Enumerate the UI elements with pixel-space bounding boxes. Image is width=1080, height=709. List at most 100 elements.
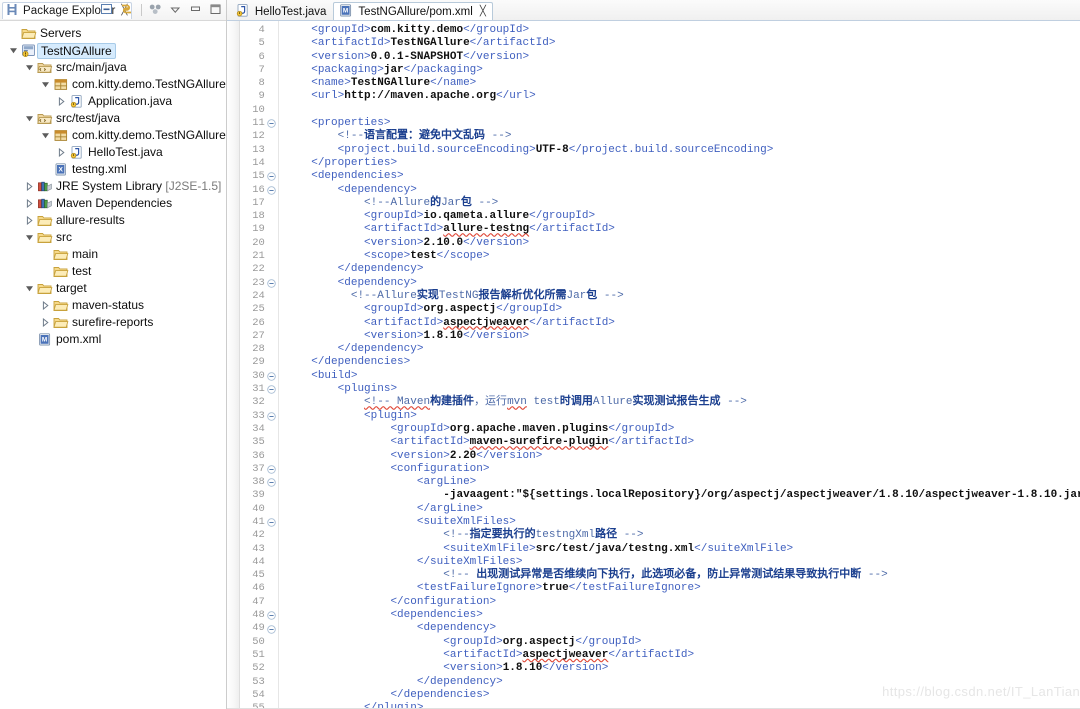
code-line[interactable]: <dependencies> xyxy=(285,170,1080,183)
tree-item-main[interactable]: main xyxy=(0,246,226,263)
code-line[interactable]: <artifactId>TestNGAllure</artifactId> xyxy=(285,37,1080,50)
fold-collapse-icon[interactable] xyxy=(266,170,278,183)
code-line[interactable]: </properties> xyxy=(285,157,1080,170)
code-line[interactable]: </dependency> xyxy=(285,343,1080,356)
code-line[interactable]: <version>1.8.10</version> xyxy=(285,662,1080,675)
code-line[interactable]: <artifactId>maven-surefire-plugin</artif… xyxy=(285,436,1080,449)
tree-item-servers[interactable]: Servers xyxy=(0,25,226,42)
tree-item-jre-system-library[interactable]: JRE System Library [J2SE-1.5] xyxy=(0,178,226,195)
tree-item-allure-results[interactable]: allure-results xyxy=(0,212,226,229)
tree-item-com-kitty-demo-testngallure[interactable]: com.kitty.demo.TestNGAllure xyxy=(0,127,226,144)
code-line[interactable]: <dependency> xyxy=(285,184,1080,197)
collapse-all-icon[interactable] xyxy=(99,2,115,17)
tree-arrow-collapsed[interactable] xyxy=(54,93,68,110)
code-line[interactable]: <testFailureIgnore>true</testFailureIgno… xyxy=(285,582,1080,595)
fold-collapse-icon[interactable] xyxy=(266,476,278,489)
view-menu-icon[interactable] xyxy=(148,2,164,17)
code-line[interactable]: <!--Allure实现TestNG报告解析优化所需Jar包 --> xyxy=(285,290,1080,303)
code-line[interactable]: <suiteXmlFile>src/test/java/testng.xml</… xyxy=(285,543,1080,556)
editor-tab-testngallure-pom-xml[interactable]: M TestNGAllure/pom.xml ╳ xyxy=(333,2,493,20)
fold-collapse-icon[interactable] xyxy=(266,516,278,529)
tree-item-maven-dependencies[interactable]: Maven Dependencies xyxy=(0,195,226,212)
code-line[interactable] xyxy=(285,104,1080,117)
code-line[interactable]: <suiteXmlFiles> xyxy=(285,516,1080,529)
project-tree[interactable]: Servers TestNGAllure src/main/java com.kitt… xyxy=(0,21,226,709)
code-line[interactable]: <version>0.0.1-SNAPSHOT</version> xyxy=(285,51,1080,64)
code-line[interactable]: </dependencies> xyxy=(285,689,1080,702)
fold-collapse-icon[interactable] xyxy=(266,370,278,383)
code-line[interactable]: <groupId>org.aspectj</groupId> xyxy=(285,636,1080,649)
tree-item-testng-xml[interactable]: Xtestng.xml xyxy=(0,161,226,178)
code-line[interactable]: </argLine> xyxy=(285,503,1080,516)
code-line[interactable]: <url>http://maven.apache.org</url> xyxy=(285,90,1080,103)
fold-collapse-icon[interactable] xyxy=(266,184,278,197)
tree-item-maven-status[interactable]: maven-status xyxy=(0,297,226,314)
tree-arrow-expanded[interactable] xyxy=(22,110,36,127)
code-line[interactable]: <artifactId>allure-testng</artifactId> xyxy=(285,223,1080,236)
xml-source-editor[interactable]: 4 5 6 7 8 9 10 11 12 13 14 15 16 17 18 19 20 21 22 23 24 25 26… xyxy=(226,21,1080,709)
tree-item-pom-xml[interactable]: Mpom.xml xyxy=(0,331,226,348)
tree-item-target[interactable]: target xyxy=(0,280,226,297)
code-line[interactable]: <!--语言配置：避免中文乱码 --> xyxy=(285,130,1080,143)
chevron-down-icon[interactable] xyxy=(168,2,184,17)
fold-collapse-icon[interactable] xyxy=(266,410,278,423)
code-line[interactable]: <packaging>jar</packaging> xyxy=(285,64,1080,77)
code-line[interactable]: <dependency> xyxy=(285,622,1080,635)
code-line[interactable]: <!-- 出现测试异常是否维续向下执行，此选项必备，防止异常测试结果导致执行中断… xyxy=(285,569,1080,582)
tree-arrow-collapsed[interactable] xyxy=(22,195,36,212)
tree-item-application-java[interactable]: Application.java xyxy=(0,93,226,110)
code-line[interactable]: <groupId>org.aspectj</groupId> xyxy=(285,303,1080,316)
minimize-icon[interactable] xyxy=(188,2,204,17)
tree-arrow-collapsed[interactable] xyxy=(38,297,52,314)
code-content[interactable]: <groupId>com.kitty.demo</groupId> <artif… xyxy=(279,21,1080,709)
editor-tab-bar[interactable]: HelloTest.java M TestNGAllure/pom.xml ╳ xyxy=(226,0,1080,21)
code-line[interactable]: </dependency> xyxy=(285,676,1080,689)
code-line[interactable]: </dependencies> xyxy=(285,356,1080,369)
code-line[interactable]: <!-- Maven构建插件，运行mvn test时调用Allure实现测试报告… xyxy=(285,396,1080,409)
tree-item-com-kitty-demo-testngallure[interactable]: com.kitty.demo.TestNGAllure xyxy=(0,76,226,93)
code-line[interactable]: <artifactId>aspectjweaver</artifactId> xyxy=(285,317,1080,330)
code-line[interactable]: <version>2.10.0</version> xyxy=(285,237,1080,250)
tree-item-surefire-reports[interactable]: surefire-reports xyxy=(0,314,226,331)
code-line[interactable]: <plugin> xyxy=(285,410,1080,423)
tree-item-src[interactable]: src xyxy=(0,229,226,246)
tree-arrow-collapsed[interactable] xyxy=(22,178,36,195)
tree-item-hellotest-java[interactable]: HelloTest.java xyxy=(0,144,226,161)
marker-bar[interactable] xyxy=(226,21,240,709)
tree-item-src-main-java[interactable]: src/main/java xyxy=(0,59,226,76)
tree-item-test[interactable]: test xyxy=(0,263,226,280)
code-line[interactable]: <groupId>io.qameta.allure</groupId> xyxy=(285,210,1080,223)
link-with-editor-icon[interactable] xyxy=(119,2,135,17)
code-line[interactable]: <groupId>org.apache.maven.plugins</group… xyxy=(285,423,1080,436)
folding-ruler[interactable] xyxy=(265,21,279,709)
close-icon[interactable]: ╳ xyxy=(480,6,486,17)
tree-item-src-test-java[interactable]: src/test/java xyxy=(0,110,226,127)
code-line[interactable]: <properties> xyxy=(285,117,1080,130)
maximize-icon[interactable] xyxy=(208,2,224,17)
tree-arrow-expanded[interactable] xyxy=(38,127,52,144)
fold-collapse-icon[interactable] xyxy=(266,622,278,635)
code-line[interactable]: <version>1.8.10</version> xyxy=(285,330,1080,343)
code-line[interactable]: -javaagent:"${settings.localRepository}/… xyxy=(285,489,1080,502)
fold-collapse-icon[interactable] xyxy=(266,277,278,290)
fold-collapse-icon[interactable] xyxy=(266,463,278,476)
fold-collapse-icon[interactable] xyxy=(266,609,278,622)
fold-collapse-icon[interactable] xyxy=(266,383,278,396)
code-line[interactable]: </dependency> xyxy=(285,263,1080,276)
fold-collapse-icon[interactable] xyxy=(266,117,278,130)
code-line[interactable]: <version>2.20</version> xyxy=(285,450,1080,463)
code-line[interactable]: <dependency> xyxy=(285,277,1080,290)
editor-tab-hellotest-java[interactable]: HelloTest.java xyxy=(230,2,334,20)
tree-item-testngallure[interactable]: TestNGAllure xyxy=(0,42,226,59)
tree-arrow-expanded[interactable] xyxy=(22,229,36,246)
code-line[interactable]: <dependencies> xyxy=(285,609,1080,622)
code-line[interactable]: <project.build.sourceEncoding>UTF-8</pro… xyxy=(285,144,1080,157)
code-line[interactable]: <build> xyxy=(285,370,1080,383)
code-line[interactable]: <artifactId>aspectjweaver</artifactId> xyxy=(285,649,1080,662)
code-line[interactable]: </configuration> xyxy=(285,596,1080,609)
code-line[interactable]: <scope>test</scope> xyxy=(285,250,1080,263)
code-line[interactable]: <configuration> xyxy=(285,463,1080,476)
tree-arrow-collapsed[interactable] xyxy=(22,212,36,229)
tree-arrow-expanded[interactable] xyxy=(6,42,20,59)
code-line[interactable]: <plugins> xyxy=(285,383,1080,396)
